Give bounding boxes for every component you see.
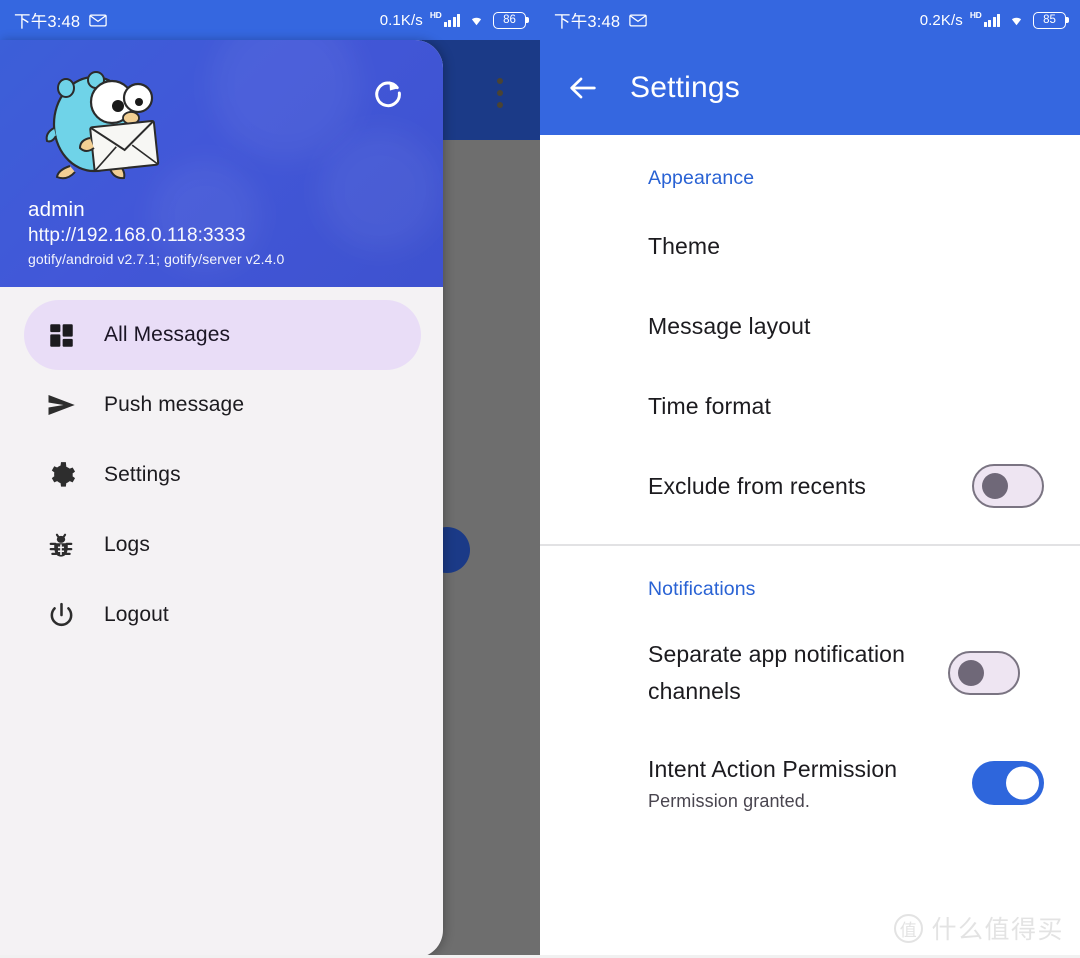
drawer-menu-list: All Messages Push message Settings Logs … xyxy=(0,287,443,650)
send-paper-plane-icon xyxy=(44,388,78,422)
battery-indicator: 85 xyxy=(1033,11,1069,29)
watermark-text: 什么值得买 xyxy=(931,916,1064,944)
bug-icon xyxy=(44,528,78,562)
toggle-separate-channels[interactable] xyxy=(948,650,1020,695)
pref-texts: Message layout xyxy=(648,308,1044,345)
signal-bars-icon xyxy=(443,13,460,27)
pref-texts: Intent Action Permission Permission gran… xyxy=(648,751,972,814)
toggle-knob xyxy=(1006,766,1039,799)
toggle-knob xyxy=(958,659,984,686)
status-time: 下午3:48 xyxy=(14,13,81,31)
settings-list: Appearance Theme Message layout Time for… xyxy=(540,135,1080,958)
refresh-icon[interactable] xyxy=(371,76,405,110)
pref-message-layout[interactable]: Message layout xyxy=(540,286,1080,366)
pref-exclude-from-recents[interactable]: Exclude from recents xyxy=(540,446,1080,526)
signal-bars-icon xyxy=(983,13,1000,27)
pref-texts: Separate app notification channels xyxy=(648,636,948,710)
toggle-exclude-from-recents[interactable] xyxy=(972,464,1044,508)
pref-title: Separate app notification channels xyxy=(648,640,905,704)
decorative-blob xyxy=(210,40,360,160)
right-status-bar: 下午3:48 0.2K/s HD 85 xyxy=(540,0,1080,40)
hd-label: HD xyxy=(429,10,442,20)
gear-icon xyxy=(44,458,78,492)
pref-intent-action-permission[interactable]: Intent Action Permission Permission gran… xyxy=(540,743,1080,823)
toggle-intent-action-permission[interactable] xyxy=(972,760,1044,805)
decorative-blob xyxy=(320,130,440,250)
envelope-icon xyxy=(89,13,108,27)
back-arrow-icon[interactable] xyxy=(566,71,600,105)
dashboard-grid-icon xyxy=(44,318,78,352)
watermark-logo-icon: 值 xyxy=(894,913,924,943)
dual-screenshot-container: 下午3:48 0.1K/s HD 86 admin http://192.168… xyxy=(0,0,1080,958)
status-time: 下午3:48 xyxy=(554,13,621,31)
envelope-icon xyxy=(629,13,648,27)
pref-title: Theme xyxy=(648,232,721,259)
pref-title: Time format xyxy=(648,392,771,419)
pref-texts: Exclude from recents xyxy=(648,468,972,505)
status-bar-right: 0.1K/s HD 86 xyxy=(379,10,529,29)
sidebar-item-settings[interactable]: Settings xyxy=(24,440,421,510)
settings-appbar: Settings xyxy=(540,40,1080,135)
section-header-appearance: Appearance xyxy=(648,167,755,189)
sidebar-item-label: Settings xyxy=(104,463,181,486)
pref-separate-channels[interactable]: Separate app notification channels xyxy=(540,621,1080,725)
account-version: gotify/android v2.7.1; gotify/server v2.… xyxy=(28,251,285,267)
status-bar-right: 0.2K/s HD 85 xyxy=(919,10,1069,29)
sidebar-item-all-messages[interactable]: All Messages xyxy=(24,300,421,370)
sidebar-item-label: Push message xyxy=(104,393,245,416)
network-speed: 0.2K/s xyxy=(919,11,963,29)
network-speed: 0.1K/s xyxy=(379,11,423,29)
status-bar-left: 下午3:48 xyxy=(554,8,648,32)
toggle-knob xyxy=(982,473,1008,499)
section-header-notifications: Notifications xyxy=(648,577,756,600)
account-server-url: http://192.168.0.118:3333 xyxy=(28,225,246,246)
pref-time-format[interactable]: Time format xyxy=(540,366,1080,446)
left-phone-screenshot: 下午3:48 0.1K/s HD 86 admin http://192.168… xyxy=(0,0,540,958)
pref-subtitle: Permission granted. xyxy=(648,791,810,811)
sidebar-item-logout[interactable]: Logout xyxy=(24,580,421,650)
left-status-bar: 下午3:48 0.1K/s HD 86 xyxy=(0,0,540,40)
account-username: admin xyxy=(28,198,85,221)
page-title: Settings xyxy=(630,70,740,104)
watermark: 值 什么值得买 xyxy=(894,910,1064,946)
pref-title: Message layout xyxy=(648,312,811,339)
pref-theme[interactable]: Theme xyxy=(540,206,1080,286)
sidebar-item-push-message[interactable]: Push message xyxy=(24,370,421,440)
navigation-drawer: admin http://192.168.0.118:3333 gotify/a… xyxy=(0,40,443,958)
battery-indicator: 86 xyxy=(493,11,529,29)
overflow-menu-icon[interactable] xyxy=(497,78,503,108)
gotify-gopher-avatar xyxy=(34,62,166,180)
status-bar-left: 下午3:48 xyxy=(14,8,108,32)
right-phone-screenshot: 下午3:48 0.2K/s HD 85 Settings Appearance … xyxy=(540,0,1080,958)
pref-title: Exclude from recents xyxy=(648,472,867,499)
pref-title: Intent Action Permission xyxy=(648,756,898,782)
wifi-icon xyxy=(1007,13,1026,27)
pref-texts: Time format xyxy=(648,388,1044,425)
sidebar-item-label: Logout xyxy=(104,603,169,626)
pref-texts: Theme xyxy=(648,228,1044,265)
drawer-header: admin http://192.168.0.118:3333 gotify/a… xyxy=(0,40,443,287)
power-icon xyxy=(44,598,78,632)
sidebar-item-label: Logs xyxy=(104,533,150,556)
sidebar-item-logs[interactable]: Logs xyxy=(24,510,421,580)
hd-label: HD xyxy=(969,10,982,20)
sidebar-item-label: All Messages xyxy=(104,323,231,346)
drawer-account-info: admin http://192.168.0.118:3333 gotify/a… xyxy=(28,196,284,270)
wifi-icon xyxy=(467,13,486,27)
